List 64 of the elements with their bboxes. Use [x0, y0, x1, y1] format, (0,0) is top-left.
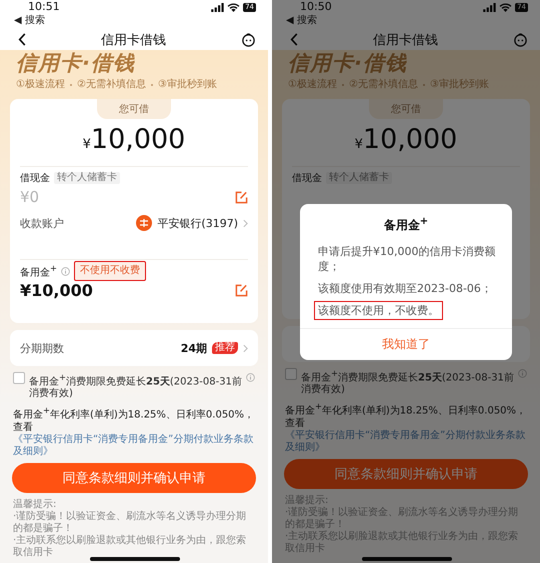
bank-logo-icon: [136, 215, 152, 231]
installment-value: 24期: [180, 340, 207, 356]
wifi-icon: [499, 2, 512, 12]
extension-text: 备用金$^{+}$消费期限免费延长25天(2023-08-31前消费有效): [301, 367, 514, 396]
bank-account[interactable]: 平安银行(3197): [157, 216, 238, 230]
terms-link[interactable]: 《平安银行信用卡“消费专用备用金”分期付款业务条款及细则》: [13, 434, 255, 458]
checkbox[interactable]: [285, 368, 297, 380]
feature-step: ①极速流程: [16, 79, 65, 91]
feature-step: ③审批秒到账: [430, 79, 489, 91]
tip-text: ·谨防受骗！以验证资金、刷流水等名义诱导办理分期的都是骗子！: [13, 510, 248, 534]
status-time: 10:50: [300, 1, 332, 13]
info-icon[interactable]: [246, 373, 255, 382]
hero-title: 信用卡·借钱: [288, 50, 407, 76]
tips-title: 温馨提示:: [13, 498, 58, 510]
submit-button[interactable]: 同意条款细则并确认申请: [12, 462, 256, 493]
cash-label: 借现金: [20, 172, 50, 185]
tip-text: ·主动联系您以刷脸退款或其他银行业务为由，跟您索取信用卡: [13, 534, 248, 559]
dialog-title: 备用金$^{+}$: [384, 216, 428, 234]
submit-button[interactable]: 同意条款细则并确认申请: [284, 458, 528, 489]
chevron-right-icon: [243, 344, 248, 352]
available-amount: ¥10,000: [354, 123, 458, 157]
free-tag: 不使用不收费: [74, 261, 146, 281]
checkbox[interactable]: [13, 372, 25, 384]
status-time: 10:51: [28, 1, 60, 13]
available-label: 您可借: [369, 99, 443, 119]
chatbot-icon[interactable]: [241, 32, 256, 47]
extension-text: 备用金$^{+}$消费期限免费延长25天(2023-08-31前消费有效): [29, 371, 242, 400]
wifi-icon: [227, 2, 240, 12]
info-icon[interactable]: [60, 266, 70, 276]
signal-icon: [483, 2, 496, 12]
back-icon[interactable]: [18, 33, 26, 46]
dialog-item: 该额度使用有效期至2023-08-06；: [317, 281, 493, 297]
info-icon[interactable]: [518, 369, 527, 378]
feature-step: ①极速流程: [288, 79, 337, 91]
feature-step: ③审批秒到账: [158, 79, 217, 91]
confirm-button[interactable]: 我知道了: [300, 328, 512, 360]
available-label: 您可借: [97, 99, 171, 119]
signal-icon: [211, 2, 224, 12]
cash-amount: ¥0: [20, 188, 40, 206]
back-to-app-link[interactable]: ◀ 搜索: [14, 14, 45, 28]
feature-step: ②无需补填信息: [76, 79, 146, 91]
chevron-right-icon: [243, 218, 248, 228]
dialog-item: 申请后提升¥10,000的信用卡消费额度；: [317, 244, 496, 275]
installment-card[interactable]: 分期期数 24期 推荐: [10, 330, 258, 366]
page-title: 信用卡借钱: [101, 32, 166, 48]
dialog-item: 该额度不使用，不收费。: [314, 301, 443, 320]
standby-amount: ¥10,000: [20, 280, 93, 300]
available-amount: ¥10,000: [82, 123, 186, 157]
rate-text: 备用金$^{+}$年化利率(单利)为18.25%、日利率0.050%，查看: [285, 400, 527, 430]
edit-icon[interactable]: [235, 190, 248, 204]
hero-title: 信用卡·借钱: [16, 50, 135, 76]
edit-icon[interactable]: [235, 284, 248, 296]
rate-text: 备用金$^{+}$年化利率(单利)为18.25%、日利率0.050%，查看: [13, 404, 255, 434]
terms-link[interactable]: 《平安银行信用卡“消费专用备用金”分期付款业务条款及细则》: [285, 430, 527, 454]
account-tag: 转个人储蓄卡: [54, 172, 120, 184]
recommend-badge: 推荐: [212, 342, 238, 354]
account-tag: 转个人储蓄卡: [326, 172, 392, 184]
page-title: 信用卡借钱: [373, 32, 438, 48]
account-label: 收款账户: [20, 216, 64, 230]
cash-label: 借现金: [292, 172, 322, 185]
installment-label: 分期期数: [20, 340, 64, 356]
feature-step: ②无需补填信息: [348, 79, 418, 91]
standby-label: 备用金$^{+}$: [20, 262, 57, 280]
back-to-app-link[interactable]: ◀ 搜索: [286, 14, 317, 28]
